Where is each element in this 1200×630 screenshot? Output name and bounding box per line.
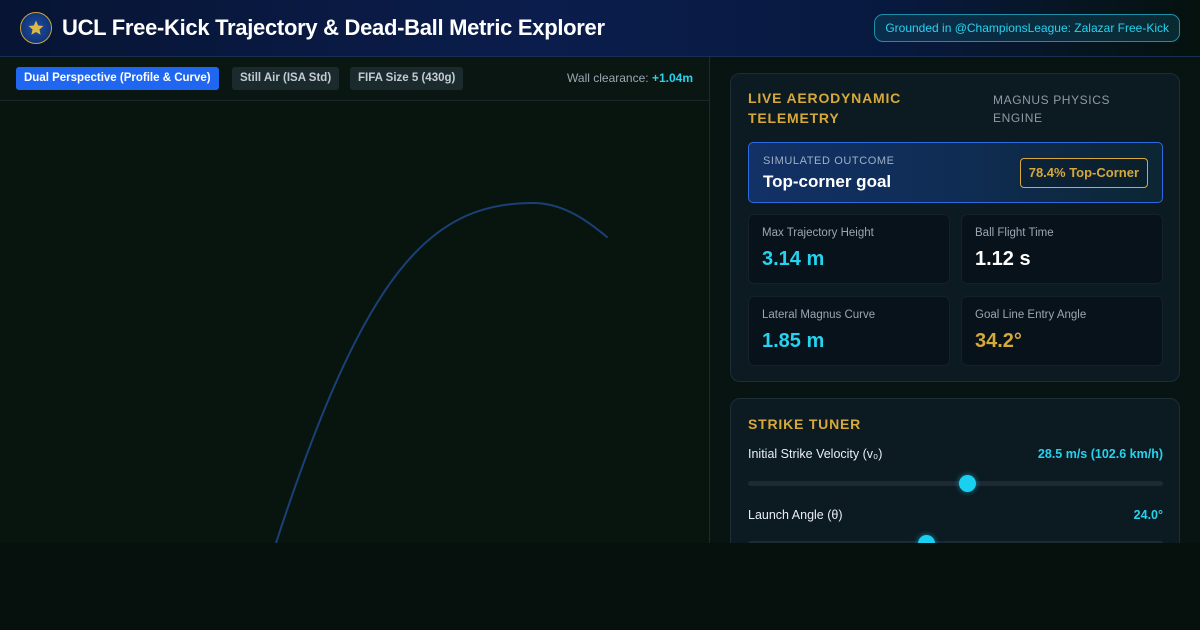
metric-value: 34.2° [975,330,1022,352]
metric-max-height: Max Trajectory Height 3.14 m [748,214,950,284]
velocity-slider-thumb[interactable] [959,475,977,492]
trajectory-svg [275,201,608,543]
wall-clearance-label: Wall clearance: [567,71,649,85]
telemetry-title: LIVE AERODYNAMIC TELEMETRY [748,90,902,126]
trajectory-curve [275,201,608,543]
metric-flight-time: Ball Flight Time 1.12 s [961,214,1163,284]
velocity-value: 28.5 m/s (102.6 km/h) [1037,447,1163,461]
outcome-label: SIMULATED OUTCOME [763,155,895,167]
metric-label: Lateral Magnus Curve [762,309,876,321]
chip-dual-perspective[interactable]: Dual Perspective (Profile & Curve) [16,67,219,90]
grounded-badge[interactable]: Grounded in @ChampionsLeague: Zalazar Fr… [874,14,1180,42]
metric-label: Ball Flight Time [975,227,1054,239]
chip-ball-size[interactable]: FIFA Size 5 (430g) [350,67,464,90]
metric-magnus-curve: Lateral Magnus Curve 1.85 m [748,296,950,366]
metric-label: Goal Line Entry Angle [975,309,1087,321]
metric-value: 1.12 s [975,248,1031,270]
wall-clearance: Wall clearance: +1.04m [567,71,693,85]
velocity-slider[interactable] [748,475,1163,492]
star-icon [20,12,52,44]
metric-value: 1.85 m [762,330,825,352]
telemetry-card: LIVE AERODYNAMIC TELEMETRY MAGNUS PHYSIC… [730,73,1180,382]
launch-angle-label: Launch Angle (θ) [748,508,843,522]
telemetry-column: LIVE AERODYNAMIC TELEMETRY MAGNUS PHYSIC… [710,57,1200,543]
view-toolbar: Dual Perspective (Profile & Curve) Still… [0,57,709,101]
trajectory-canvas[interactable] [0,101,709,543]
trajectory-panel: Dual Perspective (Profile & Curve) Still… [0,57,710,543]
outcome-value: Top-corner goal [763,172,892,191]
chip-still-air[interactable]: Still Air (ISA Std) [232,67,340,90]
metric-label: Max Trajectory Height [762,227,874,239]
launch-angle-slider-thumb[interactable] [917,535,935,543]
metric-value: 3.14 m [762,248,825,270]
probability-badge: 78.4% Top-Corner [1019,158,1148,188]
header-bar: UCL Free-Kick Trajectory & Dead-Ball Met… [0,0,1200,57]
strike-tuner-card: STRIKE TUNER Initial Strike Velocity (v₀… [730,398,1180,543]
launch-angle-slider[interactable] [748,535,1163,543]
outcome-panel: SIMULATED OUTCOME Top-corner goal 78.4% … [748,142,1163,203]
app-window: UCL Free-Kick Trajectory & Dead-Ball Met… [0,0,1200,543]
velocity-label: Initial Strike Velocity (v₀) [748,447,883,461]
metric-entry-angle: Goal Line Entry Angle 34.2° [961,296,1163,366]
page-title: UCL Free-Kick Trajectory & Dead-Ball Met… [62,15,605,40]
tuner-title: STRIKE TUNER [748,416,862,432]
launch-angle-value: 24.0° [1133,508,1163,522]
engine-label: MAGNUS PHYSICS ENGINE [993,93,1111,125]
wall-clearance-value: +1.04m [651,71,693,85]
